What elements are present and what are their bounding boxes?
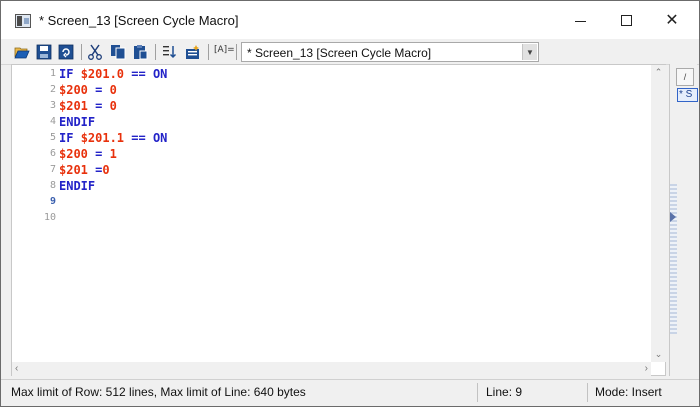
cut-button[interactable] [86, 43, 104, 61]
code-line[interactable]: $200 = 0 [59, 82, 117, 98]
code-token-keyword: ENDIF [59, 179, 96, 193]
toolbar: [A]= * Screen_13 [Screen Cycle Macro] ▼ [1, 39, 699, 65]
code-token-variable: $201 [59, 99, 88, 113]
line-number: 9 [49, 196, 56, 207]
code-token-variable: 0 [109, 83, 117, 97]
code-token-variable: $200 [59, 147, 88, 161]
scroll-up-icon[interactable]: ⌃ [651, 67, 666, 78]
code-token-variable: $201 [59, 163, 88, 177]
code-token-keyword: = [87, 99, 110, 113]
code-line[interactable]: IF $201.0 == ON [59, 66, 167, 82]
window-title: * Screen_13 [Screen Cycle Macro] [39, 13, 239, 28]
status-bar: Max limit of Row: 512 lines, Max limit o… [1, 379, 699, 406]
line-number: 8 [49, 180, 56, 191]
code-token-keyword: IF [59, 131, 81, 145]
code-line[interactable]: $200 = 1 [59, 146, 117, 162]
sort-button[interactable] [161, 43, 179, 61]
format-button[interactable]: [A]= [214, 45, 235, 55]
code-token-variable: $201.0 [80, 67, 125, 81]
horizontal-scrollbar[interactable]: ‹ › [12, 362, 651, 376]
sort-icon [163, 46, 177, 59]
scroll-left-icon[interactable]: ‹ [15, 363, 18, 374]
code-token-keyword: IF [59, 67, 81, 81]
cut-icon [88, 44, 102, 60]
line-number: 4 [49, 116, 56, 127]
insert-button[interactable] [184, 43, 202, 61]
status-limits: Max limit of Row: 512 lines, Max limit o… [11, 385, 306, 399]
save-all-button[interactable] [57, 43, 75, 61]
code-line[interactable]: ENDIF [59, 114, 95, 130]
line-number: 3 [49, 100, 56, 111]
toolbar-separator [208, 44, 209, 60]
maximize-icon [620, 14, 632, 26]
open-button[interactable] [13, 43, 31, 61]
code-area[interactable]: IF $201.0 == ON $200 = 0 $201 = 0 ENDIF IF $… [59, 65, 649, 363]
open-icon [14, 47, 30, 59]
splitter-grip[interactable] [670, 184, 677, 334]
scroll-down-icon[interactable]: ⌄ [651, 349, 666, 360]
close-icon: ✕ [665, 12, 679, 29]
chevron-down-icon[interactable]: ▼ [522, 44, 537, 60]
line-number: 10 [43, 212, 56, 223]
toolbar-separator [155, 44, 156, 60]
title-bar[interactable]: * Screen_13 [Screen Cycle Macro] ✕ [1, 1, 699, 39]
copy-icon [111, 45, 126, 60]
minimize-button[interactable] [557, 1, 603, 39]
code-token-variable: $201.1 [80, 131, 125, 145]
code-line[interactable]: IF $201.1 == ON [59, 130, 167, 146]
paste-button[interactable] [131, 43, 149, 61]
status-separator [587, 383, 588, 402]
side-panel-tab[interactable]: / [676, 68, 694, 86]
toolbar-separator [81, 44, 82, 60]
code-token-keyword: = [87, 83, 110, 97]
code-token-keyword: == ON [124, 67, 168, 81]
code-line[interactable]: ENDIF [59, 178, 95, 194]
line-number: 6 [49, 148, 56, 159]
code-editor[interactable]: 1 2 3 4 5 6 7 8 9 10 IF $201.0 == ON $200 = 0 $201 … [11, 64, 666, 376]
code-token-variable: $200 [59, 83, 88, 97]
expand-arrow-icon[interactable] [670, 212, 676, 222]
code-token-keyword: ENDIF [59, 115, 96, 129]
code-token-variable: 0 [102, 163, 110, 177]
screen-select-value: * Screen_13 [Screen Cycle Macro] [247, 46, 432, 60]
line-number: 1 [49, 68, 56, 79]
line-number-gutter: 1 2 3 4 5 6 7 8 9 10 [12, 65, 58, 363]
code-token-keyword: = [87, 147, 110, 161]
code-token-variable: 0 [109, 99, 117, 113]
copy-button[interactable] [109, 43, 127, 61]
code-line[interactable]: $201 = 0 [59, 98, 117, 114]
status-mode: Mode: Insert [595, 385, 662, 399]
macro-editor-window: * Screen_13 [Screen Cycle Macro] ✕ [A]= … [0, 0, 700, 407]
close-button[interactable]: ✕ [649, 1, 695, 39]
toolbar-separator [236, 44, 237, 60]
vertical-scrollbar[interactable]: ⌃ ⌄ [651, 65, 666, 362]
insert-icon [186, 45, 199, 59]
docked-side-panel: / * S [669, 64, 698, 376]
save-icon [36, 44, 52, 60]
screen-select[interactable]: * Screen_13 [Screen Cycle Macro] ▼ [241, 42, 539, 62]
save-button[interactable] [35, 43, 53, 61]
code-token-variable: 1 [109, 147, 117, 161]
code-token-keyword: == ON [124, 131, 168, 145]
maximize-button[interactable] [603, 1, 649, 39]
status-line: Line: 9 [486, 385, 523, 399]
paste-icon [134, 45, 148, 60]
code-line[interactable]: $201 =0 [59, 162, 110, 178]
code-token-keyword: = [87, 163, 103, 177]
minimize-icon [574, 20, 586, 22]
side-panel-item[interactable]: * S [677, 88, 698, 102]
status-separator [477, 383, 478, 402]
line-number: 2 [49, 84, 56, 95]
line-number: 5 [49, 132, 56, 143]
app-icon [15, 14, 31, 28]
line-number: 7 [49, 164, 56, 175]
refresh-icon [58, 44, 74, 60]
scroll-right-icon[interactable]: › [645, 363, 648, 374]
